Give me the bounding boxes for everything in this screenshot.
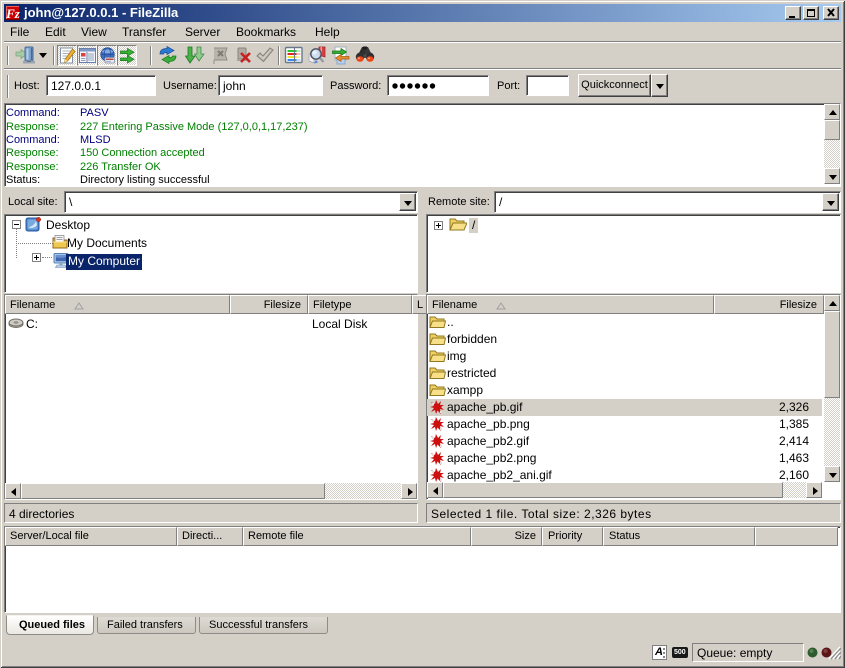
svg-text:Fz: Fz (6, 6, 20, 20)
